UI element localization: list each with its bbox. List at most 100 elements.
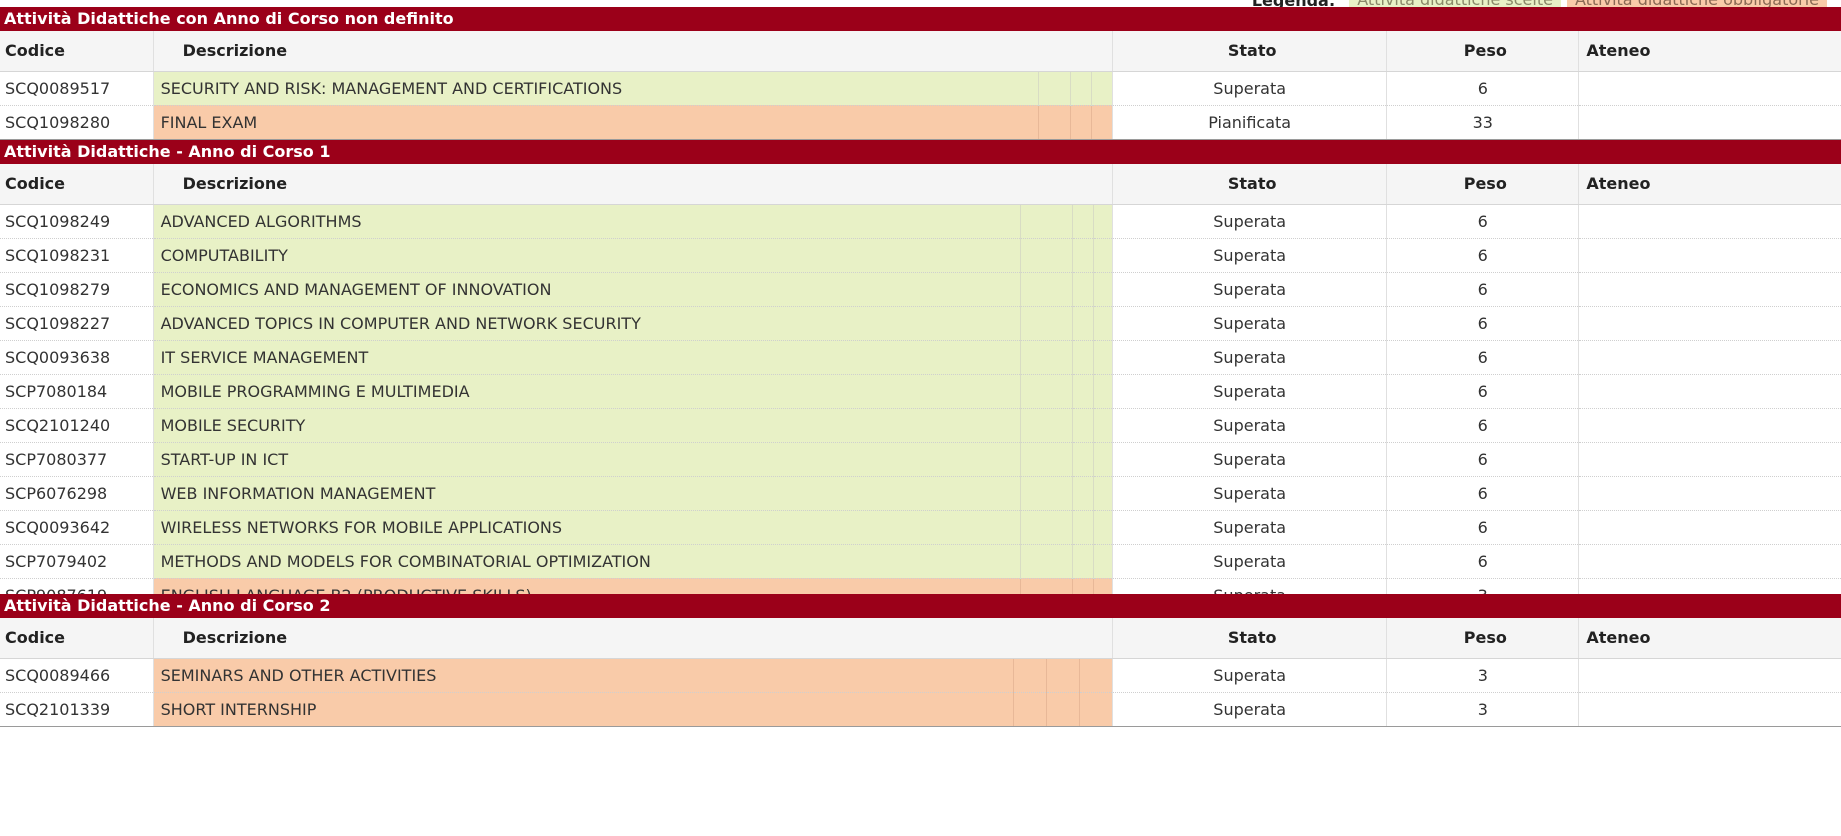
activity-extra-cell [1013, 692, 1047, 727]
column-header-descrizione[interactable]: Descrizione [152, 164, 1113, 205]
activity-extra-cell [1020, 408, 1073, 443]
activity-ateneo [1578, 238, 1841, 273]
activity-ateneo [1578, 408, 1841, 443]
column-header-peso[interactable]: Peso [1386, 164, 1579, 205]
activity-stato: Superata [1112, 544, 1387, 579]
column-header-ateneo[interactable]: Ateneo [1578, 618, 1841, 659]
activity-description[interactable]: WIRELESS NETWORKS FOR MOBILE APPLICATION… [152, 510, 1021, 545]
activity-stato: Superata [1112, 238, 1387, 273]
activity-extra-cell [1093, 476, 1113, 511]
section-title: Attività Didattiche - Anno di Corso 1 [0, 140, 1841, 164]
activity-peso: 6 [1386, 238, 1579, 273]
activity-code: SCQ1098280 [0, 105, 154, 140]
table-row: SCQ2101339 SHORT INTERNSHIP Superata 3 [0, 692, 1841, 727]
activity-extra-cell [1038, 71, 1071, 106]
column-header-descrizione[interactable]: Descrizione [152, 618, 1113, 659]
table-row: SCQ1098249 ADVANCED ALGORITHMS Superata 6 [0, 204, 1841, 239]
activity-description[interactable]: WEB INFORMATION MANAGEMENT [152, 476, 1021, 511]
activity-extra-cell [1079, 692, 1113, 727]
activity-stato: Superata [1112, 306, 1387, 341]
activity-extra-cell [1093, 374, 1113, 409]
activity-stato: Superata [1112, 692, 1387, 727]
activity-extra-cell [1093, 544, 1113, 579]
activity-stato: Superata [1112, 658, 1387, 693]
activity-peso: 6 [1386, 544, 1579, 579]
header-row: Codice Descrizione Stato Peso Ateneo [0, 31, 1841, 72]
column-header-codice[interactable]: Codice [0, 618, 154, 659]
activity-stato: Superata [1112, 510, 1387, 545]
activity-code: SCQ0093642 [0, 510, 154, 545]
activity-description[interactable]: SECURITY AND RISK: MANAGEMENT AND CERTIF… [152, 71, 1039, 106]
activity-description[interactable]: IT SERVICE MANAGEMENT [152, 340, 1021, 375]
activity-ateneo [1578, 105, 1841, 140]
column-header-ateneo[interactable]: Ateneo [1578, 164, 1841, 205]
activity-extra-cell [1038, 105, 1071, 140]
activities-table: Codice Descrizione Stato Peso Ateneo SCQ10982… [0, 164, 1841, 647]
activity-ateneo [1578, 510, 1841, 545]
activity-description[interactable]: SHORT INTERNSHIP [152, 692, 1014, 727]
activity-ateneo [1578, 306, 1841, 341]
activity-extra-cell [1070, 71, 1092, 106]
activity-ateneo [1578, 374, 1841, 409]
activity-description[interactable]: ECONOMICS AND MANAGEMENT OF INNOVATION [152, 272, 1021, 307]
activity-stato: Superata [1112, 476, 1387, 511]
activity-description[interactable]: START-UP IN ICT [152, 442, 1021, 477]
column-header-stato[interactable]: Stato [1112, 164, 1387, 205]
column-header-peso[interactable]: Peso [1386, 31, 1579, 72]
column-header-peso[interactable]: Peso [1386, 618, 1579, 659]
activity-description[interactable]: ADVANCED ALGORITHMS [152, 204, 1021, 239]
activity-description[interactable]: MOBILE PROGRAMMING E MULTIMEDIA [152, 374, 1021, 409]
activity-extra-cell [1020, 442, 1073, 477]
activity-extra-cell [1093, 340, 1113, 375]
activity-ateneo [1578, 442, 1841, 477]
activity-peso: 6 [1386, 306, 1579, 341]
activity-ateneo [1578, 204, 1841, 239]
activity-extra-cell [1020, 204, 1073, 239]
section-1: Attività Didattiche con Anno di Corso no… [0, 7, 1841, 140]
activity-code: SCP7080377 [0, 442, 154, 477]
column-header-stato[interactable]: Stato [1112, 31, 1387, 72]
activity-extra-cell [1093, 442, 1113, 477]
activity-extra-cell [1020, 306, 1073, 341]
activity-stato: Superata [1112, 71, 1387, 106]
section-title: Attività Didattiche - Anno di Corso 2 [0, 594, 1841, 618]
activity-peso: 6 [1386, 476, 1579, 511]
activity-peso: 6 [1386, 71, 1579, 106]
activity-extra-cell [1079, 658, 1113, 693]
table-row: SCQ1098280 FINAL EXAM Pianificata 33 [0, 105, 1841, 140]
activity-code: SCQ1098279 [0, 272, 154, 307]
table-row: SCQ1098231 COMPUTABILITY Superata 6 [0, 238, 1841, 273]
column-header-ateneo[interactable]: Ateneo [1578, 31, 1841, 72]
activity-extra-cell [1093, 306, 1113, 341]
activity-peso: 6 [1386, 408, 1579, 443]
column-header-codice[interactable]: Codice [0, 164, 154, 205]
table-row: SCQ0093638 IT SERVICE MANAGEMENT Superata 6 [0, 340, 1841, 375]
activity-code: SCQ0089466 [0, 658, 154, 693]
column-header-descrizione[interactable]: Descrizione [152, 31, 1113, 72]
activity-stato: Pianificata [1112, 105, 1387, 140]
activity-description[interactable]: MOBILE SECURITY [152, 408, 1021, 443]
activity-extra-cell [1013, 658, 1047, 693]
activity-description[interactable]: METHODS AND MODELS FOR COMBINATORIAL OPT… [152, 544, 1021, 579]
activity-description[interactable]: SEMINARS AND OTHER ACTIVITIES [152, 658, 1014, 693]
column-header-stato[interactable]: Stato [1112, 618, 1387, 659]
activity-code: SCQ0093638 [0, 340, 154, 375]
activity-description[interactable]: ADVANCED TOPICS IN COMPUTER AND NETWORK … [152, 306, 1021, 341]
activity-peso: 3 [1386, 692, 1579, 727]
activity-extra-cell [1020, 238, 1073, 273]
activity-code: SCP6076298 [0, 476, 154, 511]
activity-stato: Superata [1112, 408, 1387, 443]
activity-extra-cell [1070, 105, 1092, 140]
activity-extra-cell [1046, 692, 1080, 727]
activity-extra-cell [1093, 408, 1113, 443]
activity-description[interactable]: FINAL EXAM [152, 105, 1039, 140]
column-header-codice[interactable]: Codice [0, 31, 154, 72]
activity-extra-cell [1093, 204, 1113, 239]
activity-description[interactable]: COMPUTABILITY [152, 238, 1021, 273]
activity-stato: Superata [1112, 272, 1387, 307]
activity-stato: Superata [1112, 340, 1387, 375]
activity-extra-cell [1091, 105, 1113, 140]
table-row: SCQ0089517 SECURITY AND RISK: MANAGEMENT … [0, 71, 1841, 106]
activity-code: SCP7080184 [0, 374, 154, 409]
activity-peso: 6 [1386, 374, 1579, 409]
